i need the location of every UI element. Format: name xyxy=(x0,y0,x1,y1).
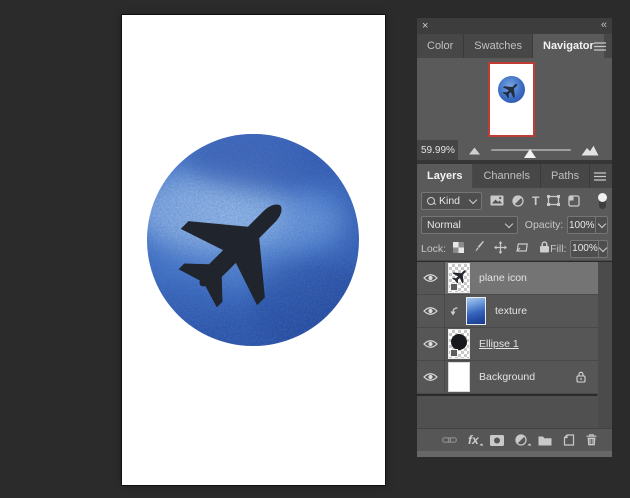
layer-name[interactable]: plane icon xyxy=(479,272,527,284)
opacity-value[interactable]: 100% xyxy=(567,216,597,234)
pixel-layer-filter-icon[interactable] xyxy=(490,195,504,206)
layer-row-background[interactable]: Background xyxy=(417,361,598,394)
zoom-out-icon[interactable] xyxy=(468,146,481,155)
layer-thumbnail-plane-icon[interactable] xyxy=(448,263,470,293)
zoom-slider-thumb[interactable] xyxy=(524,149,536,158)
layer-list: plane icon texture Ellipse 1 Background xyxy=(417,262,598,396)
tab-layers[interactable]: Layers xyxy=(417,164,474,188)
filter-kind-dropdown[interactable]: Kind xyxy=(421,191,482,210)
layers-tab-bar: Layers Channels Paths xyxy=(417,164,612,188)
layer-list-empty-area xyxy=(417,396,598,428)
layers-panel-menu-icon[interactable] xyxy=(593,171,607,181)
blend-mode-row: Normal Opacity: 100% xyxy=(417,213,612,237)
layer-name[interactable]: Background xyxy=(479,371,535,383)
layer-list-scrollbar-gutter[interactable] xyxy=(597,262,612,428)
new-layer-icon[interactable] xyxy=(563,434,575,446)
document-canvas[interactable] xyxy=(122,15,385,485)
lock-transparency-icon[interactable] xyxy=(453,241,465,256)
layers-panel-body: Kind T Normal Opacity: 100% Lock: Fill: … xyxy=(417,188,612,458)
layer-locked-icon xyxy=(576,371,586,383)
navigator-panel-menu-icon[interactable] xyxy=(593,41,607,51)
layer-thumbnail-background[interactable] xyxy=(448,362,470,392)
navigator-footer: 59.99% xyxy=(417,140,612,160)
layers-toolbar: fx xyxy=(417,428,612,451)
zoom-level-field[interactable]: 59.99% xyxy=(417,140,458,160)
adjustment-layer-filter-icon[interactable] xyxy=(512,194,524,207)
visibility-eye-icon[interactable] xyxy=(417,295,445,327)
lock-position-move-icon[interactable] xyxy=(494,240,508,257)
layer-thumbnail-texture[interactable] xyxy=(466,297,486,325)
lock-row: Lock: Fill: 100% xyxy=(417,237,612,261)
filtering-toggle[interactable] xyxy=(597,192,607,209)
layer-row-plane-icon[interactable]: plane icon xyxy=(417,262,598,295)
type-layer-filter-icon[interactable]: T xyxy=(532,195,539,207)
layer-name[interactable]: Ellipse 1 xyxy=(479,338,519,350)
layer-filter-row: Kind T xyxy=(417,188,612,213)
navigator-preview-circle xyxy=(498,76,525,103)
new-adjustment-layer-icon[interactable] xyxy=(515,434,527,446)
zoom-slider[interactable] xyxy=(491,140,571,160)
layer-thumbnail-ellipse[interactable] xyxy=(448,329,470,359)
smart-object-filter-icon[interactable] xyxy=(568,194,580,207)
tab-channels[interactable]: Channels xyxy=(473,164,541,188)
add-layer-mask-icon[interactable] xyxy=(489,434,504,446)
filter-kind-label: Kind xyxy=(439,194,461,207)
lock-pixels-brush-icon[interactable] xyxy=(473,241,485,256)
collapse-panel-icon[interactable]: « xyxy=(601,18,607,33)
layer-style-fx-icon[interactable]: fx xyxy=(468,434,479,446)
close-icon[interactable]: × xyxy=(422,19,428,33)
fill-value[interactable]: 100% xyxy=(570,239,600,258)
blend-mode-dropdown[interactable]: Normal xyxy=(421,216,518,234)
search-icon xyxy=(427,196,435,205)
clipping-mask-arrow-icon xyxy=(449,306,459,317)
navigator-body xyxy=(417,58,612,140)
visibility-eye-icon[interactable] xyxy=(417,262,445,294)
photoshop-workspace: × « Color Swatches Navigator 59.99% Laye… xyxy=(0,0,630,498)
lock-label: Lock: xyxy=(421,242,447,255)
blend-mode-value: Normal xyxy=(427,219,461,231)
lock-artboard-icon[interactable] xyxy=(516,242,530,256)
vector-mask-badge xyxy=(450,283,458,291)
chevron-down-icon xyxy=(468,195,478,204)
navigator-tab-bar: Color Swatches Navigator xyxy=(417,34,612,58)
panel-header-bar: × « xyxy=(417,18,612,34)
new-group-folder-icon[interactable] xyxy=(538,435,552,446)
visibility-eye-icon[interactable] xyxy=(417,328,445,360)
layer-row-ellipse-1[interactable]: Ellipse 1 xyxy=(417,328,598,361)
tab-paths[interactable]: Paths xyxy=(541,164,591,188)
layer-name[interactable]: texture xyxy=(495,305,527,317)
delete-layer-trash-icon[interactable] xyxy=(586,434,597,446)
visibility-eye-icon[interactable] xyxy=(417,361,445,393)
lock-all-icon[interactable] xyxy=(539,241,550,256)
panel-resize-strip[interactable] xyxy=(417,451,612,457)
zoom-in-icon[interactable] xyxy=(581,145,599,156)
opacity-dropdown-icon[interactable] xyxy=(596,216,608,234)
panel-group: × « Color Swatches Navigator 59.99% Laye… xyxy=(417,18,612,458)
chevron-down-icon xyxy=(504,219,514,229)
fill-label: Fill: xyxy=(550,242,567,255)
tab-color[interactable]: Color xyxy=(417,34,465,58)
link-layers-icon[interactable] xyxy=(442,436,457,444)
opacity-label: Opacity: xyxy=(524,219,564,231)
fill-dropdown-icon[interactable] xyxy=(598,239,608,258)
layer-row-texture[interactable]: texture xyxy=(417,295,598,328)
tab-swatches[interactable]: Swatches xyxy=(464,34,533,58)
watercolor-circle-artwork xyxy=(147,134,359,346)
navigator-preview[interactable] xyxy=(488,62,535,137)
vector-mask-badge xyxy=(450,349,458,357)
shape-layer-filter-icon[interactable] xyxy=(547,195,561,206)
